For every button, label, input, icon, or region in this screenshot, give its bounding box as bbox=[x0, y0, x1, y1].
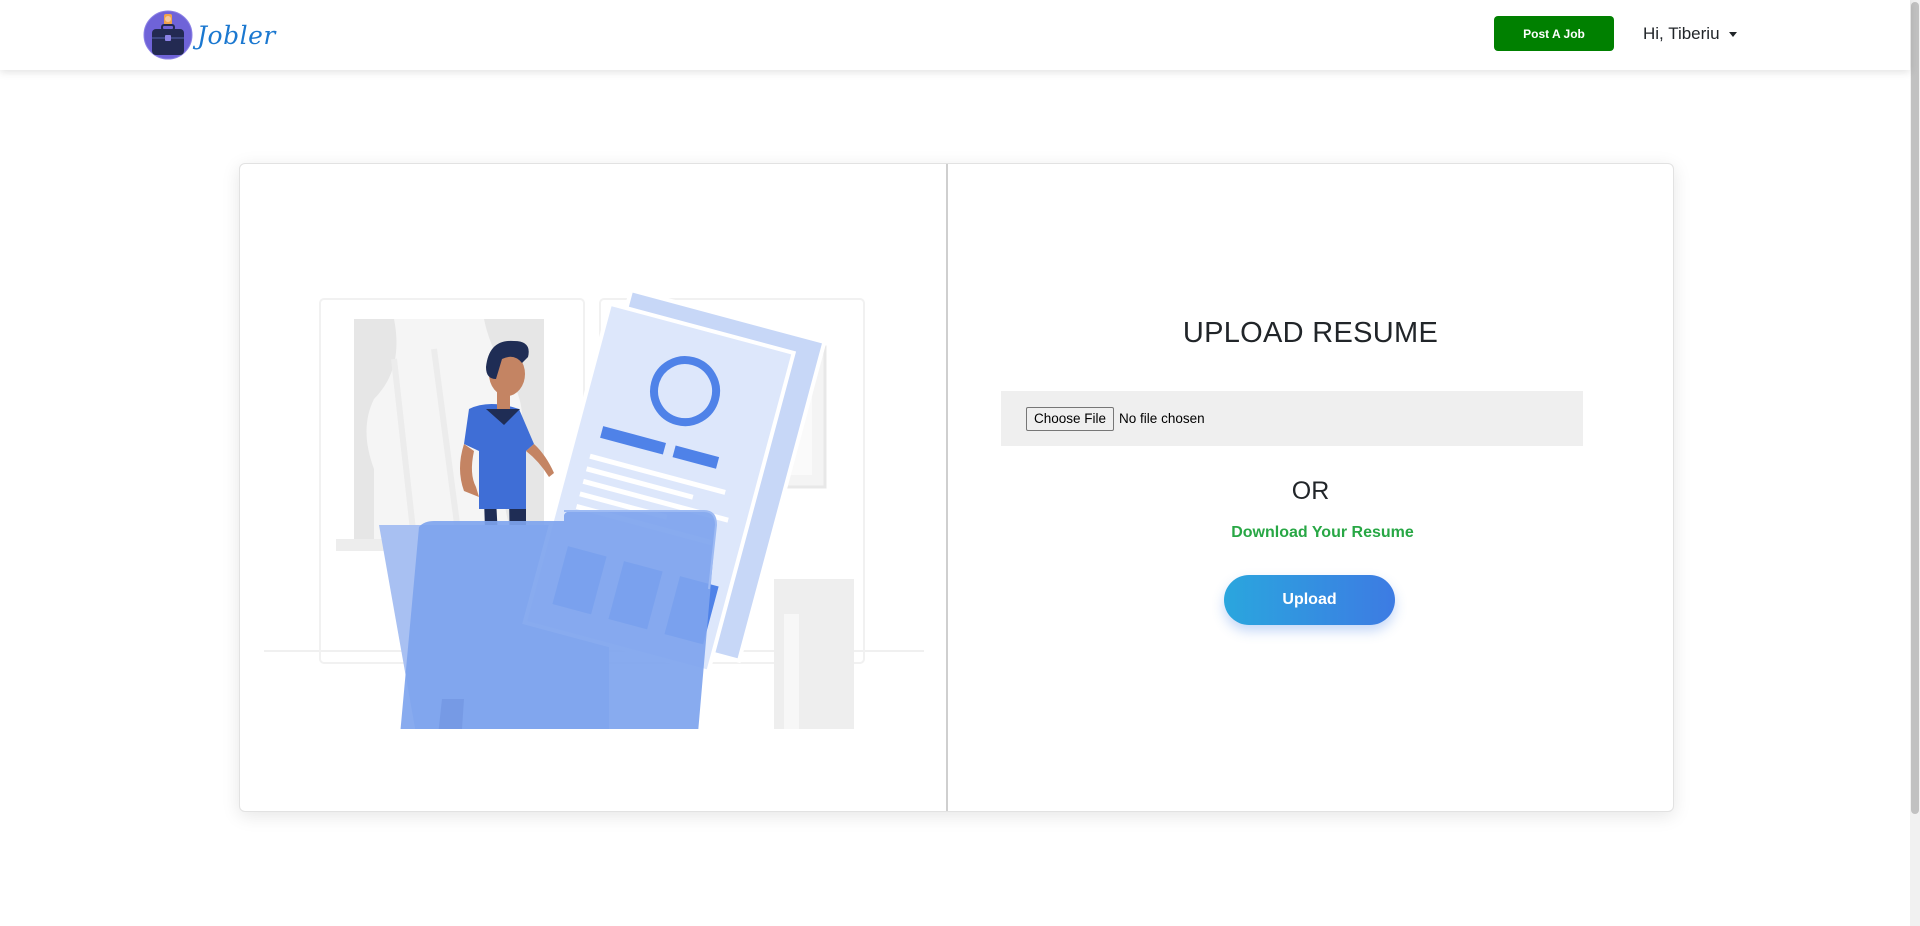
upload-button[interactable]: Upload bbox=[1224, 575, 1395, 625]
post-job-button[interactable]: Post A Job bbox=[1494, 16, 1614, 51]
upload-panel: UPLOAD RESUME Choose File No file chosen… bbox=[948, 164, 1673, 811]
user-dropdown[interactable]: Hi, Tiberiu bbox=[1643, 22, 1737, 46]
illustration-panel bbox=[240, 164, 947, 811]
top-navbar: Jobler Post A Job Hi, Tiberiu bbox=[0, 0, 1910, 70]
choose-file-button[interactable]: Choose File bbox=[1026, 406, 1115, 431]
upload-resume-card: UPLOAD RESUME Choose File No file chosen… bbox=[239, 163, 1674, 812]
upload-resume-title: UPLOAD RESUME bbox=[1182, 317, 1439, 349]
page-scrollbar[interactable] bbox=[1910, 0, 1920, 926]
brand-logo-link[interactable]: Jobler bbox=[143, 9, 276, 61]
user-greeting: Hi, Tiberiu bbox=[1643, 24, 1720, 43]
or-separator: OR bbox=[1291, 477, 1330, 505]
resume-folder-illustration bbox=[264, 287, 924, 729]
caret-down-icon bbox=[1728, 31, 1737, 37]
scrollbar-thumb[interactable] bbox=[1911, 2, 1919, 814]
file-status-text: No file chosen bbox=[1119, 411, 1205, 426]
jobler-logo-icon bbox=[143, 10, 193, 60]
download-resume-link[interactable]: Download Your Resume bbox=[948, 524, 1697, 542]
brand-name: Jobler bbox=[197, 20, 276, 50]
resume-file-input[interactable]: Choose File No file chosen bbox=[1001, 391, 1583, 446]
